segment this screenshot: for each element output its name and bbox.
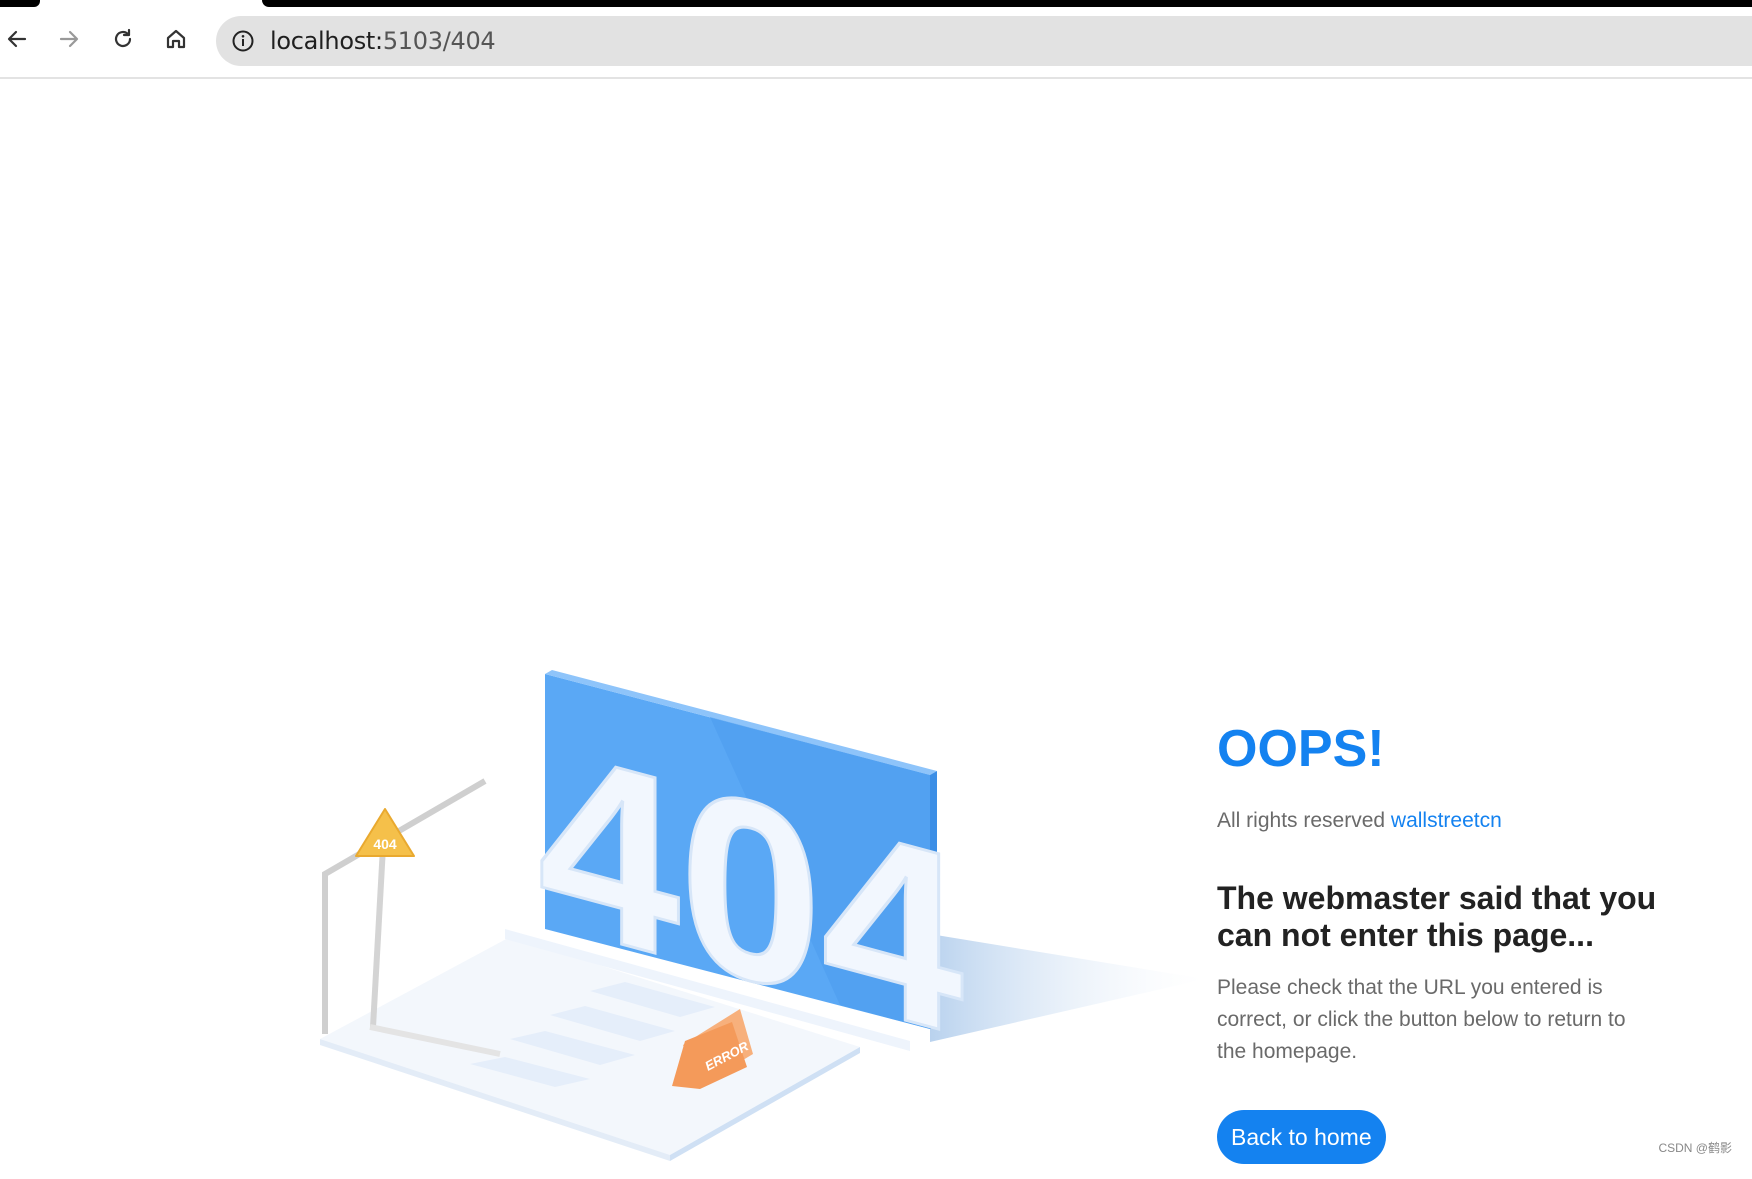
copyright-info: All rights reserved wallstreetcn [1217,807,1657,835]
forward-icon[interactable] [54,24,84,54]
url-host: localhost: [270,27,383,55]
warning-sign-text: 404 [373,836,397,852]
reload-icon[interactable] [108,24,138,54]
tab-bar[interactable] [262,0,1752,7]
wallstreetcn-link[interactable]: wallstreetcn [1391,809,1502,832]
browser-toolbar: localhost:5103/404 [0,7,1752,79]
watermark: CSDN @鹤影 [1658,1141,1732,1155]
tab-active-edge[interactable] [0,0,40,7]
panel-shadow [930,934,1205,1042]
url-path: 5103/404 [382,27,496,55]
page-content: 404 404 ERROR OOPS! All rights reserved … [0,79,1752,1164]
error-headline: The webmaster said that you can not ente… [1217,880,1657,953]
url-text[interactable]: localhost:5103/404 [270,27,496,55]
copyright-text: All rights reserved [1217,809,1386,832]
sign-pole [370,846,386,1028]
error-message-panel: OOPS! All rights reserved wallstreetcn T… [1217,719,1657,1164]
back-to-home-button[interactable]: Back to home [1217,1110,1386,1164]
address-bar[interactable]: localhost:5103/404 [216,16,1752,66]
home-icon[interactable] [161,24,191,54]
back-icon[interactable] [2,24,32,54]
oops-heading: OOPS! [1217,720,1385,778]
error-detail: Please check that the URL you entered is… [1217,976,1626,1063]
404-illustration: 404 404 ERROR [320,670,1205,1161]
site-info-icon[interactable] [230,28,256,54]
tab-strip [0,0,1752,7]
